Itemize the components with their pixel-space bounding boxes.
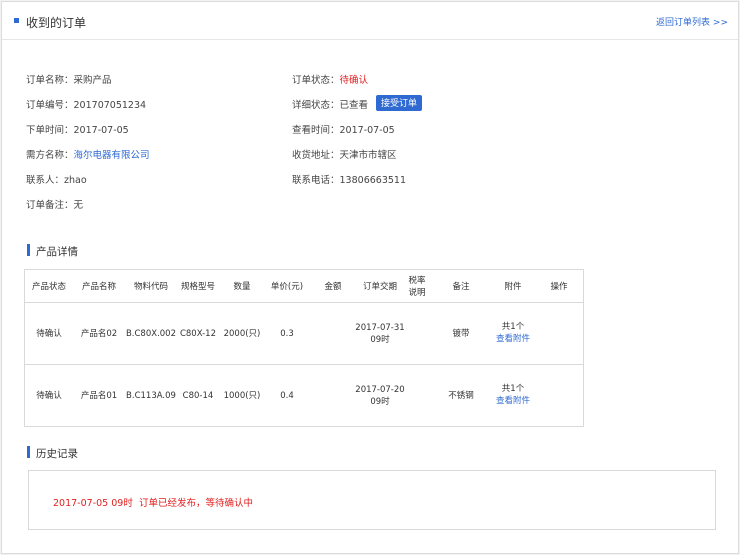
row-delivery-time: 09时 — [370, 335, 390, 345]
col-remark: 备注 — [452, 282, 470, 292]
section-marker — [27, 446, 30, 458]
history-list: 2017-07-05 09时 订单已经发布，等待确认中 — [28, 470, 716, 530]
buyer-field: 需方名称：海尔电器有限公司 — [26, 147, 150, 161]
row-status: 待确认 — [36, 391, 62, 401]
order-name-label: 订单名称： — [26, 75, 74, 86]
row-code: B.C113A.09 — [126, 391, 176, 401]
panel-header: 收到的订单 返回订单列表 >> — [2, 2, 738, 40]
order-name-value: 采购产品 — [73, 75, 112, 86]
detail-status-field: 详细状态：已查看 — [292, 97, 368, 111]
view-time-field: 查看时间：2017-07-05 — [292, 122, 395, 136]
col-attach: 附件 — [504, 282, 522, 292]
order-number-label: 订单编号： — [26, 100, 74, 111]
table-row: 待确认 产品名01 B.C113A.09 C80-14 1000(只) 0.4 … — [25, 365, 583, 427]
col-tax: 税率 — [408, 276, 426, 286]
order-number-value: 201707051234 — [73, 100, 147, 111]
row-name: 产品名02 — [80, 329, 118, 339]
view-attachment-link[interactable]: 查看附件 — [493, 395, 533, 407]
products-section-title: 产品详情 — [27, 244, 78, 259]
row-remark: 镀带 — [452, 329, 470, 339]
history-message: 订单已经发布，等待确认中 — [139, 498, 254, 509]
row-qty: 2000(只) — [223, 329, 261, 339]
col-note: 说明 — [408, 288, 426, 298]
view-time-label: 查看时间： — [292, 125, 340, 136]
view-time-value: 2017-07-05 — [339, 125, 395, 136]
remark-value: 无 — [73, 200, 84, 211]
remark-field: 订单备注：无 — [26, 197, 83, 211]
products-table: 产品状态 产品名称 物料代码 规格型号 数量 单价(元) 金额 订单交期 税率 … — [24, 269, 584, 427]
contact-value: zhao — [64, 175, 87, 186]
history-time: 2017-07-05 09时 — [53, 498, 133, 509]
page-title: 收到的订单 — [26, 16, 87, 30]
phone-label: 联系电话： — [292, 175, 340, 186]
row-spec: C80-14 — [182, 391, 214, 401]
detail-status-label: 详细状态： — [292, 100, 340, 111]
col-action: 操作 — [550, 282, 568, 292]
phone-value: 13806663511 — [339, 175, 407, 186]
history-section-title: 历史记录 — [27, 446, 78, 461]
row-remark: 不锈钢 — [448, 391, 474, 401]
col-price: 单价(元) — [270, 282, 304, 292]
order-detail-panel: 收到的订单 返回订单列表 >> 订单名称：采购产品 订单编号：201707051… — [1, 1, 739, 554]
row-delivery-date: 2017-07-20 — [355, 385, 405, 395]
row-delivery-date: 2017-07-31 — [355, 323, 405, 333]
row-name: 产品名01 — [80, 391, 118, 401]
order-number-field: 订单编号：201707051234 — [26, 97, 146, 111]
col-name: 产品名称 — [81, 282, 116, 292]
attach-count: 共1个 — [501, 322, 525, 332]
detail-status-value: 已查看 — [339, 100, 369, 111]
table-header: 产品状态 产品名称 物料代码 规格型号 数量 单价(元) 金额 订单交期 税率 … — [25, 270, 583, 303]
row-delivery-time: 09时 — [370, 397, 390, 407]
order-time-label: 下单时间： — [26, 125, 74, 136]
order-status-field: 订单状态：待确认 — [292, 72, 368, 86]
contact-label: 联系人： — [26, 175, 65, 186]
buyer-label: 需方名称： — [26, 150, 74, 161]
order-name-field: 订单名称：采购产品 — [26, 72, 112, 86]
row-qty: 1000(只) — [223, 391, 261, 401]
address-value: 天津市市辖区 — [339, 150, 397, 161]
col-spec: 规格型号 — [180, 282, 215, 292]
row-status: 待确认 — [36, 329, 62, 339]
col-status: 产品状态 — [31, 282, 66, 292]
history-section-label: 历史记录 — [36, 448, 78, 460]
col-delivery: 订单交期 — [362, 282, 397, 292]
phone-field: 联系电话：13806663511 — [292, 172, 406, 186]
remark-label: 订单备注： — [26, 200, 74, 211]
view-attachment-link[interactable]: 查看附件 — [493, 333, 533, 345]
order-status-label: 订单状态： — [292, 75, 340, 86]
section-marker — [27, 244, 30, 256]
order-status-value: 待确认 — [339, 75, 369, 86]
col-amount: 金额 — [324, 282, 342, 292]
row-spec: C80X-12 — [179, 329, 217, 339]
order-time-field: 下单时间：2017-07-05 — [26, 122, 129, 136]
buyer-link[interactable]: 海尔电器有限公司 — [74, 150, 150, 161]
row-attach: 共1个 查看附件 — [493, 383, 533, 407]
contact-field: 联系人：zhao — [26, 172, 87, 186]
attach-count: 共1个 — [501, 384, 525, 394]
address-field: 收货地址：天津市市辖区 — [292, 147, 397, 161]
row-attach: 共1个 查看附件 — [493, 321, 533, 345]
address-label: 收货地址： — [292, 150, 340, 161]
back-to-list-link[interactable]: 返回订单列表 >> — [656, 15, 728, 28]
row-price: 0.3 — [280, 329, 294, 339]
title-marker-icon — [14, 18, 19, 23]
table-row: 待确认 产品名02 B.C80X.002 C80X-12 2000(只) 0.3… — [25, 303, 583, 365]
row-price: 0.4 — [280, 391, 294, 401]
col-qty: 数量 — [233, 282, 251, 292]
row-code: B.C80X.002 — [125, 329, 177, 339]
accept-order-button[interactable]: 接受订单 — [376, 95, 422, 111]
products-section-label: 产品详情 — [36, 246, 78, 258]
order-time-value: 2017-07-05 — [73, 125, 129, 136]
col-code: 物料代码 — [133, 282, 168, 292]
